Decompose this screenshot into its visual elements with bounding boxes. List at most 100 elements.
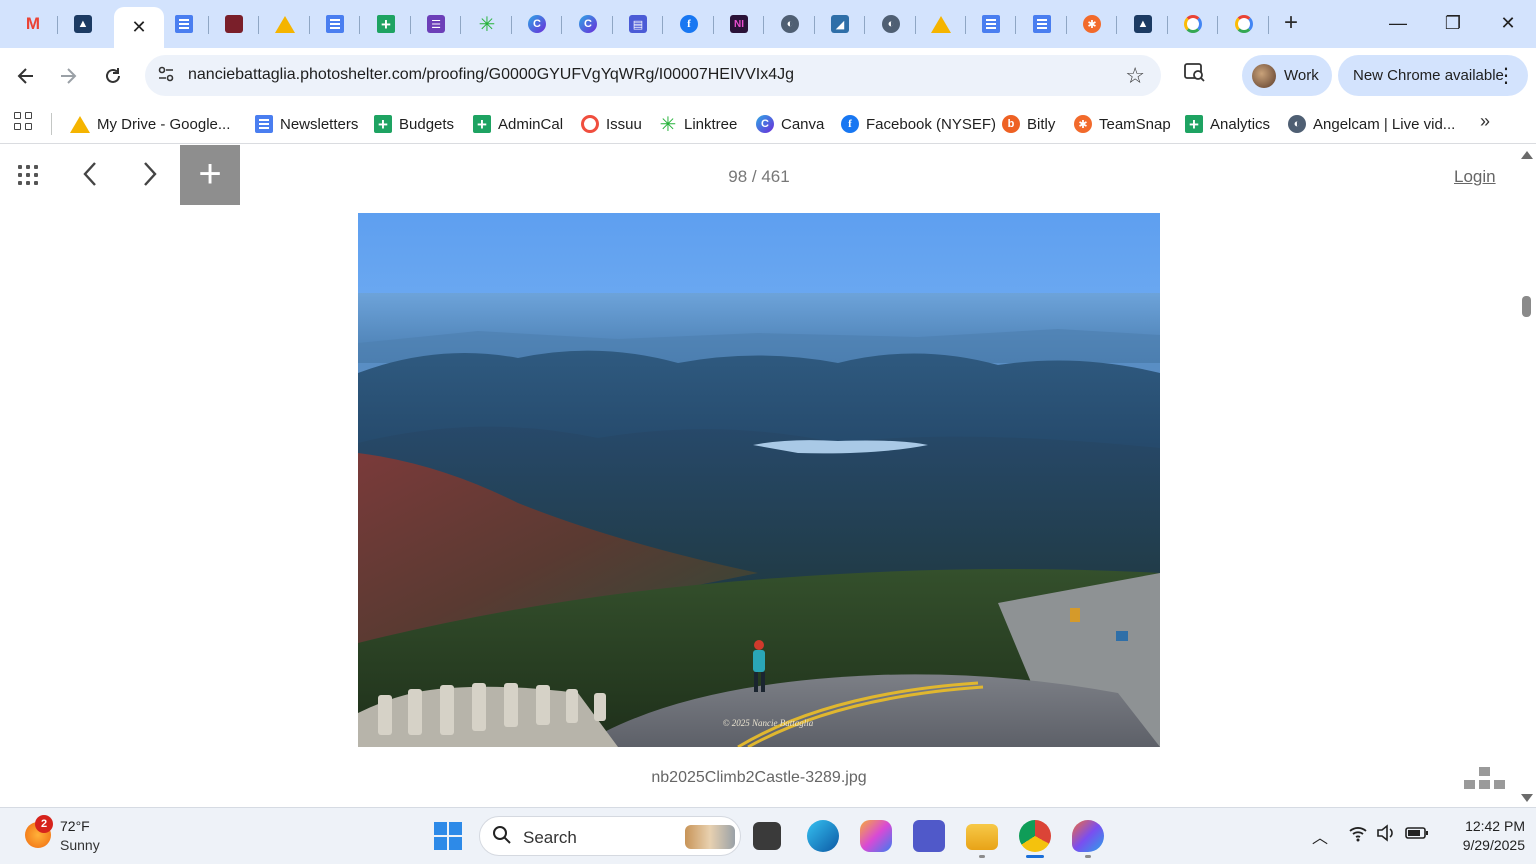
tab-forms[interactable]: ☰ bbox=[411, 7, 461, 41]
google-lens-icon[interactable] bbox=[1180, 61, 1208, 89]
close-icon[interactable]: ✕ bbox=[131, 17, 146, 38]
bookmark-my-drive[interactable]: My Drive - Google... bbox=[70, 111, 230, 137]
globe-icon: ◐ bbox=[781, 15, 799, 33]
canva-icon: C bbox=[528, 15, 546, 33]
bookmark-angelcam[interactable]: ◐ Angelcam | Live vid... bbox=[1288, 111, 1455, 137]
google-sheets-icon bbox=[377, 15, 395, 33]
kebab-menu-icon[interactable]: ⋮ bbox=[1496, 63, 1516, 88]
tab-google[interactable] bbox=[1168, 7, 1218, 41]
bookmark-linktree[interactable]: ✳ Linktree bbox=[659, 111, 738, 137]
battery-icon[interactable] bbox=[1405, 824, 1429, 847]
chrome-update-button[interactable]: New Chrome available ⋮ bbox=[1338, 55, 1528, 96]
google-sheets-icon bbox=[473, 115, 491, 133]
tab-ni[interactable]: NI bbox=[714, 7, 764, 41]
tab-facebook[interactable]: f bbox=[664, 7, 714, 41]
google-drive-icon bbox=[275, 15, 295, 33]
tab-docs[interactable] bbox=[159, 7, 209, 41]
tab-printer[interactable]: ▤ bbox=[613, 7, 663, 41]
vertical-scrollbar[interactable] bbox=[1520, 145, 1536, 807]
copilot-icon[interactable] bbox=[860, 820, 892, 852]
add-to-cart-button[interactable]: + bbox=[180, 145, 240, 205]
photo-counter: 98 / 461 bbox=[728, 167, 790, 186]
back-button[interactable] bbox=[10, 60, 42, 92]
taskbar-search[interactable]: Search bbox=[479, 816, 741, 856]
profile-button[interactable]: Work bbox=[1242, 55, 1332, 96]
tab-unknown[interactable] bbox=[209, 7, 259, 41]
back-arrow-icon bbox=[17, 68, 33, 84]
address-bar[interactable]: nanciebattaglia.photoshelter.com/proofin… bbox=[145, 55, 1161, 96]
bookmark-label: Bitly bbox=[1027, 115, 1056, 133]
tab-image-site[interactable]: ◢ bbox=[815, 7, 865, 41]
url-text[interactable]: nanciebattaglia.photoshelter.com/proofin… bbox=[188, 66, 794, 84]
photo-filename: nb2025Climb2Castle-3289.jpg bbox=[651, 769, 867, 786]
file-explorer-icon[interactable] bbox=[966, 824, 998, 850]
tab-drive-2[interactable] bbox=[916, 7, 966, 41]
reload-button[interactable] bbox=[97, 60, 129, 92]
tab-drive[interactable] bbox=[260, 7, 310, 41]
tab-globe-2[interactable]: ◐ bbox=[866, 7, 916, 41]
apps-grid-icon[interactable] bbox=[14, 112, 34, 132]
chrome-icon[interactable] bbox=[1019, 820, 1051, 852]
close-window-button[interactable]: ✕ bbox=[1488, 8, 1528, 38]
tab-canva-2[interactable]: C bbox=[563, 7, 613, 41]
tab-active[interactable]: ✕ bbox=[114, 7, 164, 48]
bookmark-bitly[interactable]: b Bitly bbox=[1002, 111, 1055, 137]
new-tab-button[interactable]: + bbox=[1278, 10, 1304, 36]
paint-icon[interactable] bbox=[1072, 820, 1104, 852]
scroll-up-arrow-icon[interactable] bbox=[1521, 151, 1533, 159]
bookmark-budgets[interactable]: Budgets bbox=[374, 111, 454, 137]
bookmark-canva[interactable]: C Canva bbox=[756, 111, 824, 137]
chevron-double-right-icon[interactable]: » bbox=[1480, 111, 1490, 132]
facebook-icon: f bbox=[680, 15, 698, 33]
tab-sheets[interactable] bbox=[361, 7, 411, 41]
weather-temperature: 72°F bbox=[60, 818, 90, 834]
teams-icon[interactable] bbox=[913, 820, 945, 852]
filmstrip-icon[interactable] bbox=[1464, 767, 1506, 793]
previous-photo-button[interactable] bbox=[80, 159, 100, 197]
start-button[interactable] bbox=[434, 822, 462, 850]
login-link[interactable]: Login bbox=[1454, 167, 1496, 187]
tab-docs-4[interactable] bbox=[1017, 7, 1067, 41]
teamsnap-icon: ✱ bbox=[1074, 115, 1092, 133]
bookmark-label: Newsletters bbox=[280, 115, 359, 133]
globe-icon: ◐ bbox=[882, 15, 900, 33]
tab-globe[interactable]: ◐ bbox=[765, 7, 815, 41]
tab-gmail[interactable]: M bbox=[8, 7, 58, 41]
scrollbar-thumb[interactable] bbox=[1522, 296, 1531, 317]
tab-photoshelter[interactable]: ▲ bbox=[58, 7, 108, 41]
bookmark-label: Facebook (NYSEF) bbox=[866, 115, 997, 133]
bookmark-newsletters[interactable]: Newsletters bbox=[255, 111, 358, 137]
tab-docs-3[interactable] bbox=[966, 7, 1016, 41]
next-photo-button[interactable] bbox=[140, 159, 160, 197]
printer-icon: ▤ bbox=[629, 15, 647, 33]
tab-google-2[interactable] bbox=[1219, 7, 1269, 41]
photo-watermark: © 2025 Nancie Battaglia bbox=[723, 718, 814, 728]
google-docs-icon bbox=[175, 15, 193, 33]
scroll-down-arrow-icon[interactable] bbox=[1521, 794, 1533, 802]
google-docs-icon bbox=[982, 15, 1000, 33]
google-sheets-icon bbox=[374, 115, 392, 133]
tab-canva[interactable]: C bbox=[512, 7, 562, 41]
bookmark-issuu[interactable]: Issuu bbox=[581, 111, 642, 137]
bookmark-facebook-nysef[interactable]: f Facebook (NYSEF) bbox=[841, 111, 996, 137]
minimize-button[interactable]: — bbox=[1378, 8, 1418, 38]
volume-icon[interactable] bbox=[1376, 824, 1396, 847]
tab-linktree[interactable]: ✳ bbox=[462, 7, 512, 41]
bookmark-admincal[interactable]: AdminCal bbox=[473, 111, 563, 137]
restore-button[interactable]: ❐ bbox=[1433, 8, 1473, 38]
grid-view-icon[interactable] bbox=[18, 165, 40, 187]
edge-icon[interactable] bbox=[807, 820, 839, 852]
tab-photoshelter-2[interactable]: ▲ bbox=[1118, 7, 1168, 41]
bookmark-analytics[interactable]: Analytics bbox=[1185, 111, 1270, 137]
system-clock[interactable]: 12:42 PM 9/29/2025 bbox=[1430, 817, 1525, 855]
task-view-icon[interactable] bbox=[753, 822, 781, 850]
forward-button[interactable] bbox=[52, 60, 84, 92]
wifi-icon[interactable] bbox=[1348, 824, 1368, 847]
bookmark-teamsnap[interactable]: ✱ TeamSnap bbox=[1074, 111, 1171, 137]
site-info-icon[interactable] bbox=[155, 65, 177, 87]
chevron-up-icon[interactable]: ︿ bbox=[1312, 824, 1328, 848]
tab-teamsnap[interactable]: ✱ bbox=[1067, 7, 1117, 41]
tab-docs-2[interactable] bbox=[310, 7, 360, 41]
bookmarks-bar: My Drive - Google... Newsletters Budgets… bbox=[0, 104, 1536, 144]
bookmark-star-icon[interactable]: ☆ bbox=[1125, 63, 1145, 89]
